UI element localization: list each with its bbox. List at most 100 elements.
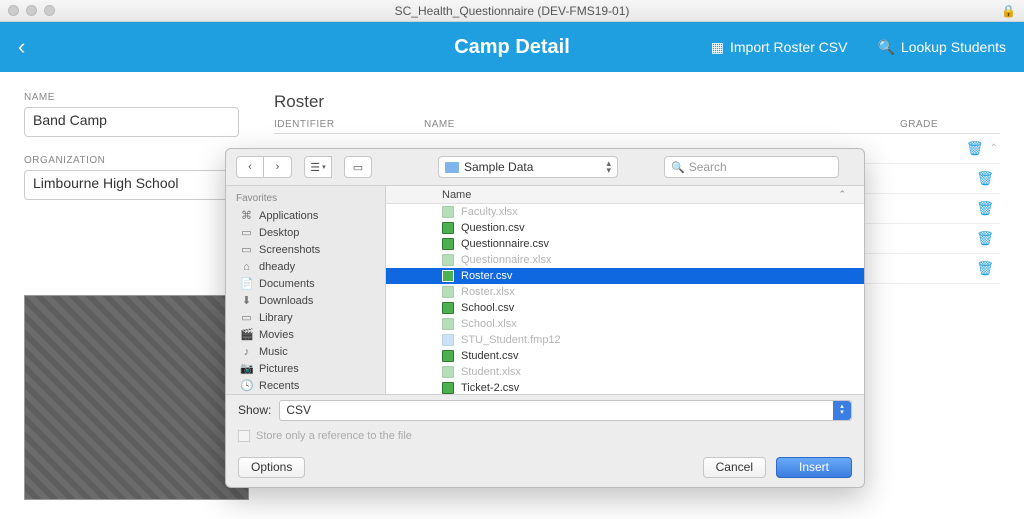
sidebar-item[interactable]: 🕓Recents [226,377,385,394]
search-icon: 🔍 [877,39,894,56]
file-icon [442,222,454,234]
lock-icon: 🔒 [1001,4,1016,18]
import-roster-button[interactable]: ▦ Import Roster CSV [711,39,848,56]
sidebar-item-label: Pictures [259,363,299,375]
path-label: Sample Data [464,160,533,174]
trash-icon[interactable]: 🗑 [976,200,994,217]
sidebar-item-label: Movies [259,329,294,341]
file-icon [442,334,454,346]
sidebar-item-icon: ⌂ [240,261,253,273]
options-button[interactable]: Options [238,457,305,478]
cancel-button[interactable]: Cancel [703,457,766,478]
file-icon [442,238,454,250]
window-controls[interactable] [8,5,55,16]
sidebar-item-label: Documents [259,278,315,290]
app-header: ‹ Camp Detail ▦ Import Roster CSV 🔍 Look… [0,22,1024,72]
sidebar-item[interactable]: ▭Desktop [226,224,385,241]
sidebar-item-label: Music [259,346,288,358]
trash-icon[interactable]: 🗑 [976,230,994,247]
dialog-footer: Options Cancel Insert [226,447,864,487]
store-reference-checkbox[interactable] [238,430,250,442]
sidebar-item-label: dheady [259,261,295,273]
search-input[interactable]: 🔍 Search [664,156,839,178]
view-list-button[interactable]: ☰ ▾ [304,156,332,178]
search-placeholder: Search [689,160,727,174]
file-row[interactable]: Student.csv [386,348,864,364]
dropdown-arrows-icon: ▴▾ [833,401,851,420]
show-filter-select[interactable]: CSV ▴▾ [279,400,852,421]
file-row[interactable]: Questionnaire.csv [386,236,864,252]
sidebar-item-label: Desktop [259,227,299,239]
file-row[interactable]: Roster.xlsx [386,284,864,300]
sidebar-item-icon: 📷 [240,362,253,375]
minimize-window-button[interactable] [26,5,37,16]
file-icon [442,366,454,378]
sidebar-item[interactable]: ⌂ dheady [226,258,385,275]
sidebar-item-icon: ▭ [240,311,253,324]
file-name: School.xlsx [461,318,517,330]
store-reference-label: Store only a reference to the file [256,430,412,442]
sidebar-item[interactable]: ⬇Downloads [226,292,385,309]
trash-icon[interactable]: 🗑 [976,260,994,277]
page-title: Camp Detail [454,36,570,59]
import-roster-label: Import Roster CSV [730,39,847,55]
file-row[interactable]: Questionnaire.xlsx [386,252,864,268]
col-identifier: IDENTIFIER [274,119,424,130]
trash-icon[interactable]: 🗑 [976,170,994,187]
col-grade: GRADE [900,119,1000,130]
file-row[interactable]: Faculty.xlsx [386,204,864,220]
name-field[interactable]: Band Camp [24,107,239,137]
organization-field[interactable]: Limbourne High School [24,170,239,200]
sidebar-item[interactable]: ♪Music [226,343,385,360]
file-row[interactable]: Ticket-2.csv [386,380,864,394]
file-list-header[interactable]: Name ⌃ [386,186,864,204]
lookup-students-button[interactable]: 🔍 Lookup Students [877,39,1006,56]
sidebar-item[interactable]: ▭Library [226,309,385,326]
sidebar-item-label: Downloads [259,295,313,307]
file-name: Faculty.xlsx [461,206,518,218]
sidebar-item-label: Screenshots [259,244,320,256]
file-name: Roster.xlsx [461,286,515,298]
nav-forward-button[interactable]: › [264,156,292,178]
file-row[interactable]: Roster.csv [386,268,864,284]
sidebar-item[interactable]: ⌘Applications [226,207,385,224]
file-row[interactable]: STU_Student.fmp12 [386,332,864,348]
path-selector[interactable]: Sample Data ▴▾ [438,156,618,178]
window-titlebar: SC_Health_Questionnaire (DEV-FMS19-01) 🔒 [0,0,1024,22]
insert-button[interactable]: Insert [776,457,852,478]
close-window-button[interactable] [8,5,19,16]
file-icon [442,350,454,362]
sidebar-item[interactable]: ▭Screenshots [226,241,385,258]
file-icon [442,286,454,298]
file-row[interactable]: Question.csv [386,220,864,236]
sidebar-item-icon: 📄 [240,277,253,290]
file-row[interactable]: School.csv [386,300,864,316]
col-name: NAME [424,119,900,130]
window-title: SC_Health_Questionnaire (DEV-FMS19-01) [395,4,630,18]
sidebar-item[interactable]: 📄 Documents [226,275,385,292]
chevron-up-icon[interactable]: ⌃ [990,143,998,154]
dialog-sidebar: Favorites ⌘Applications▭Desktop▭Screensh… [226,186,386,394]
back-button[interactable]: ‹ [18,34,25,60]
roster-heading: Roster [274,92,1000,112]
store-reference-row: Store only a reference to the file [226,425,864,447]
file-name: School.csv [461,302,514,314]
sidebar-item[interactable]: 🎬Movies [226,326,385,343]
file-name: Ticket-2.csv [461,382,519,394]
file-icon [442,254,454,266]
file-name: STU_Student.fmp12 [461,334,561,346]
view-columns-button[interactable]: ▭ [344,156,372,178]
show-label: Show: [238,403,271,417]
nav-back-button[interactable]: ‹ [236,156,264,178]
file-row[interactable]: Student.xlsx [386,364,864,380]
file-list: Name ⌃ Faculty.xlsx Question.csv Questionn… [386,186,864,394]
file-icon [442,270,454,282]
file-row[interactable]: School.xlsx [386,316,864,332]
zoom-window-button[interactable] [44,5,55,16]
trash-icon[interactable]: 🗑 [966,140,984,157]
file-icon [442,382,454,394]
sidebar-item[interactable]: 📷 Pictures [226,360,385,377]
dialog-toolbar: ‹ › ☰ ▾ ▭ Sample Data ▴▾ 🔍 Search [226,149,864,185]
file-name: Questionnaire.csv [461,238,549,250]
file-name: Student.csv [461,350,518,362]
